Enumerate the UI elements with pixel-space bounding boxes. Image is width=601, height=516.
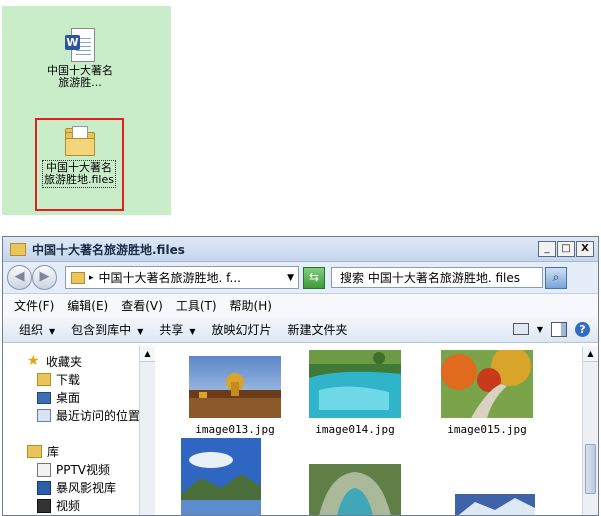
nav-item-desktop[interactable]: 桌面: [37, 389, 80, 406]
nav-scrollbar[interactable]: ▲: [139, 346, 155, 515]
chevron-down-icon[interactable]: ▼: [537, 325, 543, 334]
folder-icon: [63, 124, 95, 156]
downloads-folder-icon: [37, 373, 51, 386]
file-name: image013.jpg: [195, 423, 275, 436]
preview-pane-icon[interactable]: [551, 321, 567, 337]
maximize-button[interactable]: □: [557, 241, 575, 257]
nav-item-baofeng[interactable]: 暴风影视库: [37, 479, 116, 496]
word-document-icon: W: [65, 28, 95, 62]
desktop-folder-label: 中国十大著名旅游胜地.files: [42, 160, 116, 188]
file-thumbnail[interactable]: [181, 438, 261, 515]
explorer-window: 中国十大著名旅游胜地.files _ □ X ◀ ▶ ▸ 中国十大著名旅游胜地.…: [2, 236, 599, 516]
navigation-bar: ◀ ▶ ▸ 中国十大著名旅游胜地. f... ▼ ⇆ 搜索 中国十大著名旅游胜地…: [3, 262, 598, 294]
scroll-up-icon[interactable]: ▲: [140, 346, 155, 362]
star-icon: ★: [27, 353, 40, 369]
title-bar[interactable]: 中国十大著名旅游胜地.files _ □ X: [3, 237, 598, 262]
desktop-doc-item[interactable]: W 中国十大著名旅游胜...: [44, 28, 116, 89]
desktop-icon: [37, 391, 51, 404]
file-thumbnail[interactable]: [455, 494, 535, 515]
nav-libraries[interactable]: 库: [27, 443, 59, 460]
folder-icon: [71, 271, 85, 284]
nav-item-downloads[interactable]: 下载: [37, 371, 80, 388]
include-in-library-button[interactable]: 包含到库中 ▼: [71, 321, 143, 338]
file-name: image015.jpg: [447, 423, 527, 436]
scroll-up-icon[interactable]: ▲: [583, 346, 598, 362]
search-input[interactable]: 搜索 中国十大著名旅游胜地. files: [331, 267, 543, 288]
nav-item-recent[interactable]: 最近访问的位置: [37, 407, 140, 424]
file-list: image013.jpg image014.jpg image015.jpg ▲: [155, 346, 598, 515]
menu-file[interactable]: 文件(F): [14, 297, 54, 314]
back-button[interactable]: ◀: [7, 265, 32, 290]
file-list-scrollbar[interactable]: ▲: [582, 346, 598, 515]
file-name: image014.jpg: [315, 423, 395, 436]
file-thumbnail[interactable]: [309, 350, 401, 418]
file-thumbnail[interactable]: [309, 464, 401, 515]
refresh-button[interactable]: ⇆: [303, 266, 325, 289]
close-button[interactable]: X: [576, 241, 594, 257]
address-path: 中国十大著名旅游胜地. f...: [98, 271, 241, 285]
chevron-down-icon: ▼: [189, 326, 196, 336]
nav-item-videos[interactable]: 视频: [37, 497, 80, 514]
forward-button[interactable]: ▶: [32, 265, 57, 290]
new-folder-button[interactable]: 新建文件夹: [288, 321, 348, 338]
window-title: 中国十大著名旅游胜地.files: [32, 242, 185, 257]
folder-icon: [10, 242, 26, 256]
menu-edit[interactable]: 编辑(E): [67, 297, 108, 314]
share-button[interactable]: 共享 ▼: [159, 321, 195, 338]
menu-help[interactable]: 帮助(H): [230, 297, 272, 314]
desktop-area: W 中国十大著名旅游胜... 中国十大著名旅游胜地.files: [2, 6, 171, 215]
menu-view[interactable]: 查看(V): [121, 297, 163, 314]
search-icon[interactable]: ⌕: [545, 266, 567, 289]
chevron-down-icon: ▼: [137, 326, 144, 336]
library-icon: [27, 445, 42, 458]
recent-places-icon: [37, 409, 51, 422]
scrollbar-thumb[interactable]: [585, 444, 596, 494]
menu-tools[interactable]: 工具(T): [176, 297, 217, 314]
address-bar[interactable]: ▸ 中国十大著名旅游胜地. f... ▼: [65, 266, 299, 289]
organize-button[interactable]: 组织 ▼: [19, 321, 55, 338]
slideshow-button[interactable]: 放映幻灯片: [212, 321, 272, 338]
chevron-down-icon[interactable]: ▼: [287, 273, 294, 283]
chevron-down-icon: ▼: [49, 326, 56, 336]
menu-bar: 文件(F) 编辑(E) 查看(V) 工具(T) 帮助(H): [3, 294, 598, 316]
video-library-icon: [37, 462, 51, 477]
view-options-icon[interactable]: [512, 323, 529, 335]
help-icon[interactable]: ?: [575, 321, 590, 337]
nav-item-pptv[interactable]: PPTV视频: [37, 461, 110, 478]
desktop-folder-item[interactable]: 中国十大著名旅游胜地.files: [42, 124, 116, 188]
nav-favorites[interactable]: ★ 收藏夹: [27, 353, 82, 370]
film-icon: [37, 498, 51, 513]
file-thumbnail[interactable]: [441, 346, 533, 418]
chevron-right-icon: ▸: [89, 272, 94, 283]
navigation-pane: ★ 收藏夹 下载 桌面 最近访问的位置 库 PPTV视频 暴风影视库 视频 ▲: [3, 346, 155, 515]
desktop-doc-label: 中国十大著名旅游胜...: [47, 64, 113, 89]
minimize-button[interactable]: _: [538, 241, 556, 257]
command-bar: 组织 ▼ 包含到库中 ▼ 共享 ▼ 放映幻灯片 新建文件夹 ▼ ?: [3, 316, 598, 343]
file-thumbnail[interactable]: [189, 356, 281, 418]
video-library-icon: [37, 480, 51, 495]
